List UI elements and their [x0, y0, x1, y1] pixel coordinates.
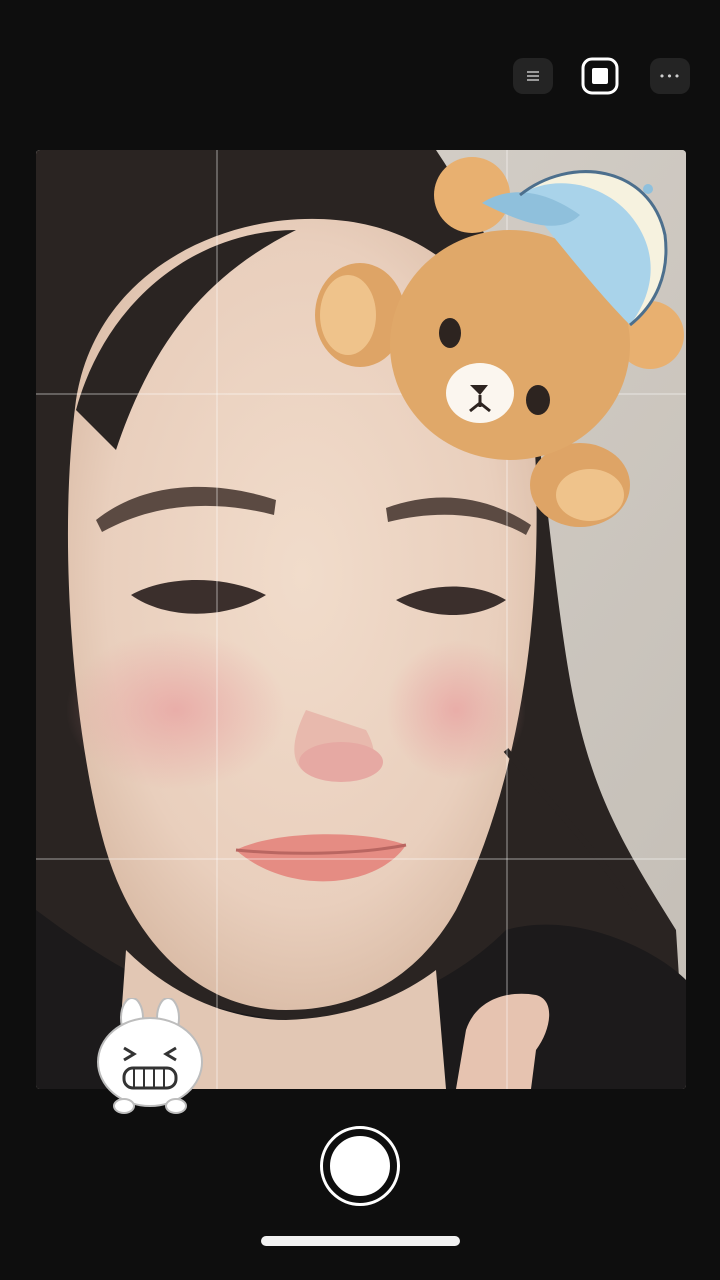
grid-line [36, 858, 686, 860]
frame-toggle-button[interactable] [580, 57, 620, 95]
shutter-button[interactable] [320, 1126, 400, 1206]
more-options-button[interactable]: ••• [650, 58, 690, 94]
teddy-bear-sticker[interactable] [310, 155, 690, 535]
more-dots-icon: ••• [658, 69, 682, 83]
bunny-sticker[interactable] [94, 998, 206, 1116]
camera-app: ••• [0, 0, 720, 1280]
hamburger-icon [527, 71, 539, 81]
square-frame-icon [581, 57, 619, 95]
home-indicator[interactable] [261, 1236, 460, 1246]
shutter-icon [327, 1133, 393, 1199]
menu-button[interactable] [513, 58, 553, 94]
grid-line [216, 150, 218, 1089]
